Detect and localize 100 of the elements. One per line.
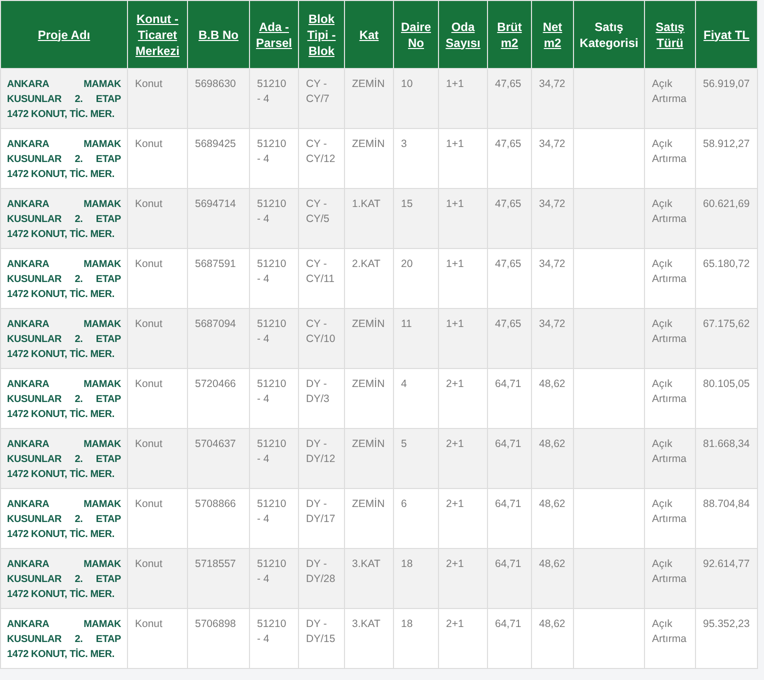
table-cell-text: Konut [135, 617, 164, 632]
table-cell-text: 1+1 [446, 197, 465, 212]
table-cell-text: ZEMİN [352, 437, 386, 452]
table-cell-text: 2+1 [446, 557, 465, 572]
table-cell-text: 10 [401, 77, 414, 92]
table-cell-text: ZEMİN [352, 317, 386, 332]
table-cell-text: Açık Artırma [652, 437, 688, 467]
table-cell-text: 64,71 [495, 617, 522, 632]
table-cell-text: 47,65 [495, 137, 522, 152]
table-cell-text: Konut [135, 257, 164, 272]
table-cell-text: DY - DY/15 [306, 617, 336, 647]
table-cell-text: 48,62 [539, 437, 566, 452]
table-cell-text: 5687591 [195, 257, 237, 272]
table-cell-text: 51210 - 4 [257, 257, 288, 287]
table-cell-text: DY - DY/3 [306, 377, 330, 407]
table-cell-text: 47,65 [495, 77, 522, 92]
table-cell-text: CY - CY/5 [306, 197, 330, 227]
table-cell: 81.668,34 [703, 437, 751, 452]
table-cell-text: 47,65 [495, 197, 522, 212]
table-cell-text: 5706898 [195, 617, 237, 632]
table-cell-text: 34,72 [539, 257, 566, 272]
table-cell-text: 2+1 [446, 437, 465, 452]
table-cell-text: 5 [401, 437, 408, 452]
table-cell-text: 51210 - 4 [257, 497, 288, 527]
table-cell-text: 11 [401, 317, 413, 332]
table-cell-text: Açık Artırma [652, 617, 688, 647]
table-cell-text: 47,65 [495, 257, 522, 272]
table-cell-text: Açık Artırma [652, 197, 688, 227]
table-cell-text: ZEMİN [352, 77, 386, 92]
table-cell-text: Açık Artırma [652, 497, 688, 527]
table-cell-text: 3.KAT [352, 557, 382, 572]
table-cell-text: 48,62 [539, 377, 566, 392]
table-cell-text: ZEMİN [352, 497, 386, 512]
table-cell-text: Konut [135, 77, 164, 92]
table-cell-text: 5718557 [195, 557, 237, 572]
table-cell-text: 64,71 [495, 437, 522, 452]
table-cell-text: Açık Artırma [652, 257, 688, 287]
project-name: ANKARA MAMAK KUSUNLAR 2. ETAP 1472 KONUT, TİC. MER. [7, 438, 121, 482]
table-cell-text: 51210 - 4 [257, 317, 288, 347]
table-cell-text: 2+1 [446, 617, 465, 632]
table-cell-text: 1+1 [446, 137, 465, 152]
table-cell-text: 34,72 [539, 317, 566, 332]
table-cell-text: CY - CY/10 [306, 317, 336, 347]
table-cell-text: Konut [135, 317, 164, 332]
table-cell-text: 2.KAT [352, 257, 382, 272]
table-cell: 65.180,72 [703, 257, 751, 272]
table-cell-text: 34,72 [539, 77, 566, 92]
table-cell-text: Konut [135, 137, 164, 152]
table-cell: 58.912,27 [703, 137, 751, 152]
table-cell-text: 34,72 [539, 137, 566, 152]
table-cell-text: Açık Artırma [652, 557, 688, 587]
table-cell: 80.105,05 [703, 377, 751, 392]
table-cell-text: DY - DY/17 [306, 497, 336, 527]
column-header: Satış Kategorisi [578, 18, 640, 50]
table-cell-text: 4 [401, 377, 408, 392]
table-cell: 67.175,62 [703, 317, 751, 332]
table-cell-text: 1+1 [446, 257, 465, 272]
project-name: ANKARA MAMAK KUSUNLAR 2. ETAP 1472 KONUT, TİC. MER. [7, 78, 121, 122]
table-cell-text: 51210 - 4 [257, 137, 288, 167]
table-cell-text: CY - CY/11 [306, 257, 336, 287]
table-cell: 60.621,69 [703, 197, 751, 212]
table-cell-text: Açık Artırma [652, 77, 688, 107]
table-cell-text: Açık Artırma [652, 377, 688, 407]
table-cell-text: 48,62 [539, 557, 566, 572]
table-cell-text: 34,72 [539, 197, 566, 212]
table-cell-text: 47,65 [495, 317, 522, 332]
table-cell-text: 2+1 [446, 377, 465, 392]
table-cell-text: 20 [401, 257, 414, 272]
table-cell-text: 5694714 [195, 197, 237, 212]
table-cell-text: 5704637 [195, 437, 237, 452]
table-cell-text: CY - CY/12 [306, 137, 336, 167]
table-cell-text: 48,62 [539, 497, 566, 512]
project-name: ANKARA MAMAK KUSUNLAR 2. ETAP 1472 KONUT, TİC. MER. [7, 618, 121, 662]
table-cell-text: DY - DY/28 [306, 557, 336, 587]
table-cell-text: 64,71 [495, 377, 522, 392]
table-cell-text: CY - CY/7 [306, 77, 330, 107]
table-cell-text: 18 [401, 617, 414, 632]
table-cell-text: 1+1 [446, 317, 465, 332]
project-name: ANKARA MAMAK KUSUNLAR 2. ETAP 1472 KONUT, TİC. MER. [7, 378, 121, 422]
table-cell-text: 5689425 [195, 137, 237, 152]
table-cell-text: 2+1 [446, 497, 465, 512]
table-cell-text: 51210 - 4 [257, 617, 288, 647]
table-cell-text: DY - DY/12 [306, 437, 336, 467]
table-cell-text: 48,62 [539, 617, 566, 632]
table-cell: 56.919,07 [703, 77, 751, 92]
project-name: ANKARA MAMAK KUSUNLAR 2. ETAP 1472 KONUT, TİC. MER. [7, 318, 121, 362]
table-cell-text: 51210 - 4 [257, 377, 288, 407]
table-cell-text: Konut [135, 437, 164, 452]
table-cell-text: 5708866 [195, 497, 237, 512]
table-cell-text: 6 [401, 497, 408, 512]
table-cell-text: ZEMİN [352, 137, 386, 152]
table-cell-text: 15 [401, 197, 414, 212]
table-cell-text: 51210 - 4 [257, 557, 288, 587]
project-name: ANKARA MAMAK KUSUNLAR 2. ETAP 1472 KONUT, TİC. MER. [7, 498, 121, 542]
project-name: ANKARA MAMAK KUSUNLAR 2. ETAP 1472 KONUT, TİC. MER. [7, 558, 121, 602]
table-cell-text: Açık Artırma [652, 137, 688, 167]
table-cell: 92.614,77 [703, 557, 751, 572]
table-cell-text: 51210 - 4 [257, 437, 288, 467]
table-cell-text: 51210 - 4 [257, 197, 288, 227]
table-cell: 95.352,23 [703, 617, 751, 632]
